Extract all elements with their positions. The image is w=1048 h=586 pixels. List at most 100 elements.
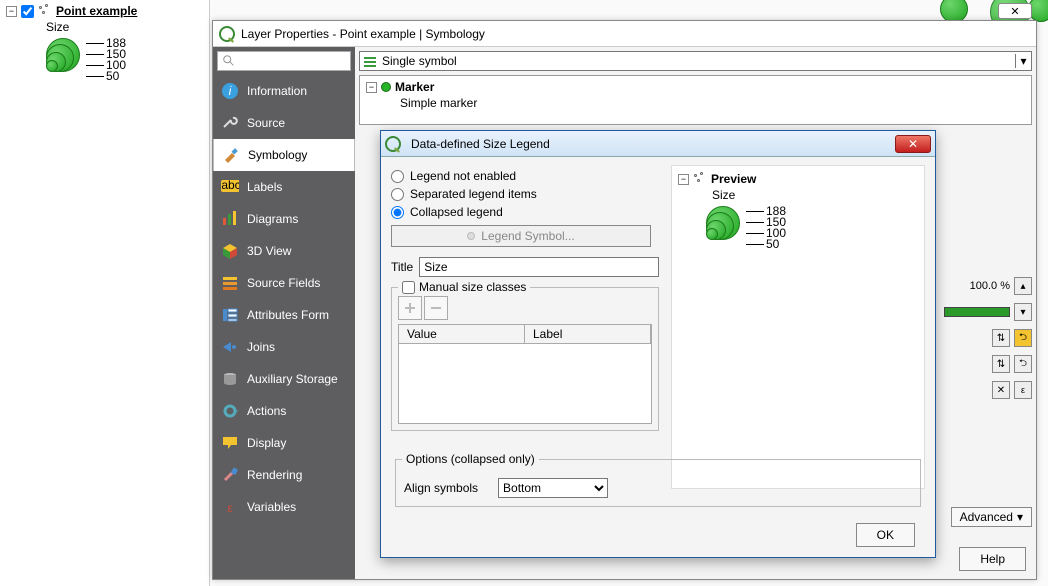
tree-collapse-icon[interactable]: − — [6, 6, 17, 17]
tree-collapse-icon[interactable]: − — [366, 82, 377, 93]
right-controls: 100.0 % ▴ ▾ ⇅⮌ ⇅⮌ ✕ε Advanced▾ — [944, 277, 1032, 535]
chevron-down-icon: ▾ — [1015, 54, 1031, 68]
help-button[interactable]: Help — [959, 547, 1026, 571]
manual-size-group: Manual size classes ValueLabel — [391, 287, 659, 431]
add-class-button[interactable] — [398, 296, 422, 320]
layers-panel: − Point example Size 188 150 100 50 — [0, 0, 210, 586]
advanced-button[interactable]: Advanced▾ — [951, 507, 1032, 527]
options-group: Options (collapsed only) Align symbols B… — [395, 459, 921, 507]
legend-class-labels: 188 150 100 50 — [746, 206, 786, 250]
minus-icon — [429, 301, 443, 315]
fields-icon — [221, 274, 239, 292]
chevron-down-icon: ▾ — [1017, 510, 1023, 524]
sidebar-item-diagrams[interactable]: Diagrams — [213, 203, 355, 235]
layer-attr-label: Size — [46, 20, 203, 34]
sidebar-item-rendering[interactable]: Rendering — [213, 459, 355, 491]
sidebar-item-labels[interactable]: abcLabels — [213, 171, 355, 203]
spin-buttons[interactable]: ⇅ — [992, 355, 1010, 373]
layer-name[interactable]: Point example — [56, 4, 137, 18]
radio-not-enabled[interactable]: Legend not enabled — [391, 169, 659, 183]
epsilon-icon: ε — [221, 498, 239, 516]
layer-visibility-checkbox[interactable] — [21, 5, 34, 18]
legend-circles-icon — [706, 204, 742, 240]
size-legend-dialog: Data-defined Size Legend ✕ Legend not en… — [380, 130, 936, 558]
sidebar-item-display[interactable]: Display — [213, 427, 355, 459]
properties-sidebar: iInformation Source Symbology abcLabels … — [213, 47, 355, 579]
table-header-value: Value — [399, 325, 525, 343]
close-button[interactable]: ✕ — [895, 135, 931, 153]
sidebar-item-3dview[interactable]: 3D View — [213, 235, 355, 267]
qgis-icon — [219, 26, 235, 42]
clear-icon[interactable]: ✕ — [992, 381, 1010, 399]
sidebar-item-variables[interactable]: εVariables — [213, 491, 355, 523]
dialog-titlebar[interactable]: Data-defined Size Legend ✕ — [381, 131, 935, 157]
marker-child-label[interactable]: Simple marker — [400, 96, 1025, 110]
ok-button[interactable]: OK — [856, 523, 915, 547]
legend-class-labels: 188 150 100 50 — [86, 38, 126, 82]
remove-class-button[interactable] — [424, 296, 448, 320]
opacity-slider[interactable] — [944, 307, 1010, 317]
spin-buttons[interactable]: ⇅ — [992, 329, 1010, 347]
window-titlebar[interactable]: Layer Properties - Point example | Symbo… — [213, 21, 1036, 47]
paintbrush-icon — [221, 466, 239, 484]
size-class-table[interactable]: ValueLabel — [398, 324, 652, 424]
chart-icon — [221, 210, 239, 228]
sidebar-item-actions[interactable]: Actions — [213, 395, 355, 427]
radio-separated[interactable]: Separated legend items — [391, 187, 659, 201]
sidebar-item-information[interactable]: iInformation — [213, 75, 355, 107]
title-field-label: Title — [391, 260, 413, 274]
data-defined-icon[interactable]: ⮌ — [1014, 329, 1032, 347]
data-defined-icon[interactable]: ⮌ — [1014, 355, 1032, 373]
symbol-layer-tree[interactable]: − Marker Simple marker — [359, 75, 1032, 125]
symbol-mode-combo[interactable]: Single symbol ▾ — [359, 51, 1032, 71]
preview-attr: Size — [712, 188, 918, 202]
sidebar-item-auxiliary[interactable]: Auxiliary Storage — [213, 363, 355, 395]
sidebar-item-joins[interactable]: Joins — [213, 331, 355, 363]
manual-size-checkbox[interactable] — [402, 281, 415, 294]
tooltip-icon — [221, 434, 239, 452]
table-header-label: Label — [525, 325, 651, 343]
sidebar-item-attributesform[interactable]: Attributes Form — [213, 299, 355, 331]
chevron-down-icon[interactable]: ▾ — [1014, 303, 1032, 321]
radio-collapsed[interactable]: Collapsed legend — [391, 205, 659, 219]
marker-root-label: Marker — [395, 80, 434, 94]
qgis-icon — [385, 136, 401, 152]
info-icon: i — [221, 82, 239, 100]
align-select[interactable]: Bottom — [498, 478, 608, 498]
title-input[interactable] — [419, 257, 659, 277]
svg-text:abc: abc — [221, 180, 239, 192]
dialog-left-pane: Legend not enabled Separated legend item… — [391, 165, 659, 489]
window-close-button[interactable]: ✕ — [998, 3, 1032, 19]
legend-symbol-button[interactable]: Legend Symbol... — [391, 225, 651, 247]
preview-panel: − Preview Size 188 150 100 50 — [671, 165, 925, 489]
tree-collapse-icon[interactable]: − — [678, 174, 689, 185]
svg-text:ε: ε — [227, 501, 233, 515]
dialog-title: Data-defined Size Legend — [411, 137, 550, 151]
gear-icon — [221, 402, 239, 420]
sidebar-item-symbology[interactable]: Symbology — [213, 139, 355, 171]
sidebar-item-source[interactable]: Source — [213, 107, 355, 139]
join-icon — [221, 338, 239, 356]
spin-up-icon[interactable]: ▴ — [1014, 277, 1032, 295]
window-title: Layer Properties - Point example | Symbo… — [241, 27, 485, 41]
form-icon — [221, 306, 239, 324]
align-label: Align symbols — [404, 481, 478, 495]
opacity-label: 100.0 % — [970, 280, 1010, 292]
expression-icon[interactable]: ε — [1014, 381, 1032, 399]
cube-icon — [221, 242, 239, 260]
plus-icon — [403, 301, 417, 315]
database-icon — [221, 370, 239, 388]
layer-symbol-icon — [38, 4, 52, 18]
legend-circles-icon — [46, 36, 82, 72]
search-icon — [222, 54, 236, 68]
wrench-icon — [221, 114, 239, 132]
sidebar-item-sourcefields[interactable]: Source Fields — [213, 267, 355, 299]
layer-row[interactable]: − Point example — [6, 4, 203, 18]
preview-heading: Preview — [711, 172, 756, 186]
svg-text:i: i — [229, 84, 232, 98]
brush-icon — [222, 146, 240, 164]
sidebar-search[interactable] — [217, 51, 351, 71]
marker-dot-icon — [381, 82, 391, 92]
label-icon: abc — [221, 178, 239, 196]
layer-symbol-icon — [693, 172, 707, 186]
